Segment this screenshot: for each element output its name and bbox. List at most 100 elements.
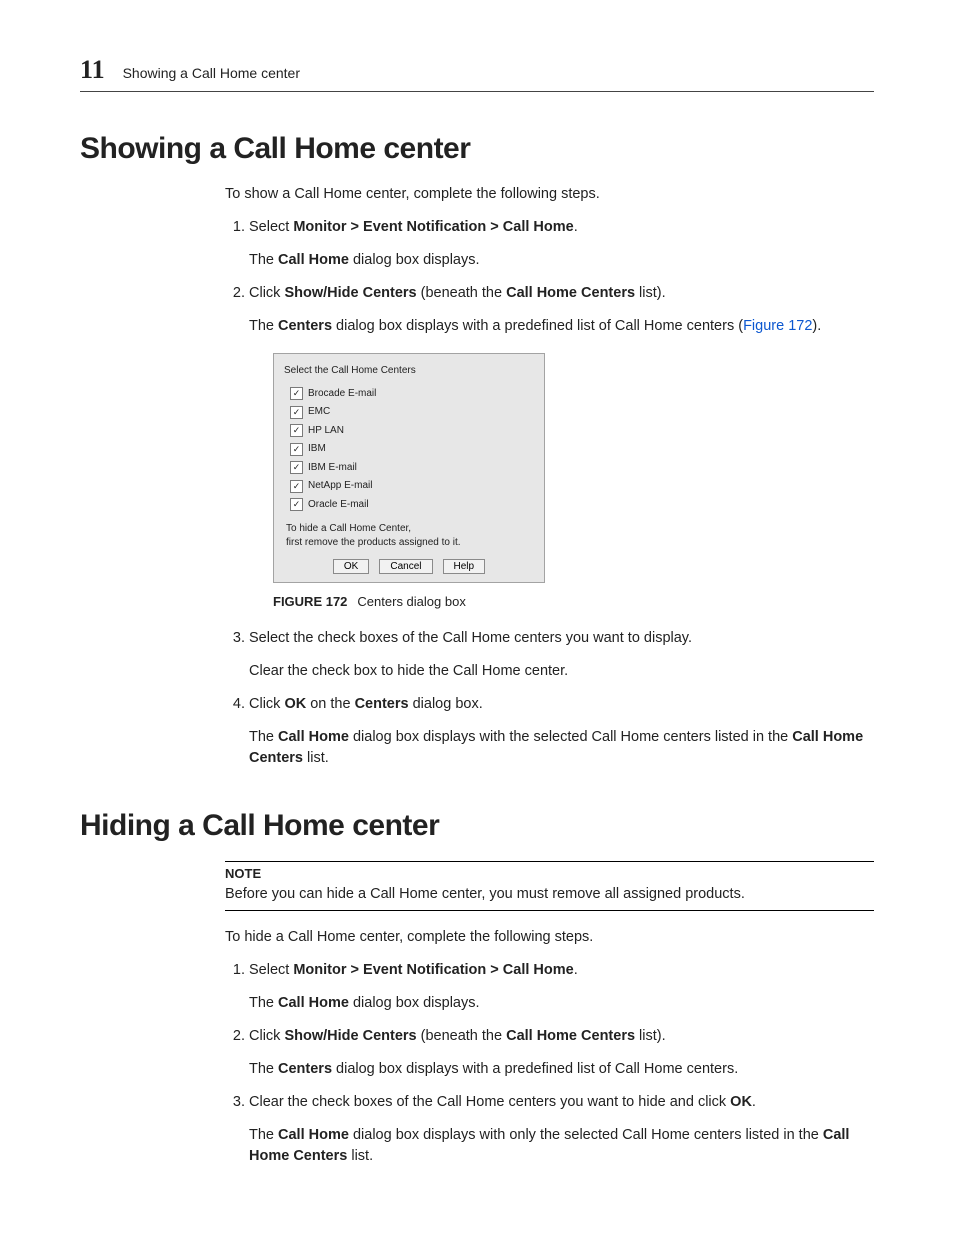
checkbox-icon: ✓ <box>290 480 303 493</box>
checkbox-icon: ✓ <box>290 461 303 474</box>
text: dialog box displays with a predefined li… <box>332 1061 738 1077</box>
checkbox-label: HP LAN <box>308 424 344 439</box>
text: dialog box displays. <box>349 252 480 268</box>
text: Select <box>249 962 293 978</box>
checkbox-label: NetApp E-mail <box>308 479 372 494</box>
checkbox-label: IBM E-mail <box>308 461 357 476</box>
term: Call Home <box>278 1127 349 1143</box>
step-b3: Clear the check boxes of the Call Home c… <box>249 1092 874 1167</box>
text: list). <box>635 285 666 301</box>
figure-label: FIGURE 172 <box>273 594 347 609</box>
intro-b: To hide a Call Home center, complete the… <box>225 927 874 948</box>
checkbox-row[interactable]: ✓ NetApp E-mail <box>284 477 534 496</box>
text: list. <box>347 1148 373 1164</box>
note-block: NOTE Before you can hide a Call Home cen… <box>225 861 874 911</box>
heading-showing: Showing a Call Home center <box>80 132 874 166</box>
text: Click <box>249 696 284 712</box>
checkbox-icon: ✓ <box>290 498 303 511</box>
text: Click <box>249 1028 284 1044</box>
figure-ref-link[interactable]: Figure 172 <box>743 318 812 334</box>
term: Call Home <box>278 729 349 745</box>
text: The <box>249 318 278 334</box>
chapter-number: 11 <box>80 55 105 85</box>
text: The <box>249 1127 278 1143</box>
text: dialog box displays with a predefined li… <box>332 318 743 334</box>
checkbox-label: IBM <box>308 442 326 457</box>
checkbox-icon: ✓ <box>290 387 303 400</box>
checkbox-icon: ✓ <box>290 406 303 419</box>
text: ). <box>812 318 821 334</box>
checkbox-icon: ✓ <box>290 443 303 456</box>
term: Centers <box>278 1061 332 1077</box>
step-a2: Click Show/Hide Centers (beneath the Cal… <box>249 283 874 612</box>
step-b2: Click Show/Hide Centers (beneath the Cal… <box>249 1026 874 1080</box>
dialog-title: Select the Call Home Centers <box>284 364 534 379</box>
checkbox-row[interactable]: ✓ Brocade E-mail <box>284 385 534 404</box>
term: Call Home <box>278 995 349 1011</box>
checkbox-label: Oracle E-mail <box>308 498 369 513</box>
text: (beneath the <box>417 285 507 301</box>
term: OK <box>730 1094 752 1110</box>
help-button[interactable]: Help <box>443 559 486 574</box>
checkbox-row[interactable]: ✓ Oracle E-mail <box>284 496 534 515</box>
checkbox-list: ✓ Brocade E-mail ✓ EMC ✓ HP LAN ✓ IBM ✓ IBM E… <box>284 385 534 515</box>
checkbox-row[interactable]: ✓ HP LAN <box>284 422 534 441</box>
figure-caption: FIGURE 172 Centers dialog box <box>273 593 874 612</box>
text: list. <box>303 750 329 766</box>
text: on the <box>306 696 354 712</box>
checkbox-icon: ✓ <box>290 424 303 437</box>
term: Call Home <box>278 252 349 268</box>
menu-path: Monitor > Event Notification > Call Home <box>293 219 573 235</box>
header-rule <box>80 91 874 92</box>
dialog-helper-text: To hide a Call Home Center, first remove… <box>284 514 534 559</box>
cancel-button[interactable]: Cancel <box>379 559 432 574</box>
text: Click <box>249 285 284 301</box>
text: dialog box displays with the selected Ca… <box>349 729 792 745</box>
text: . <box>752 1094 756 1110</box>
step-a1: Select Monitor > Event Notification > Ca… <box>249 217 874 271</box>
text: dialog box. <box>409 696 483 712</box>
intro-a: To show a Call Home center, complete the… <box>225 184 874 205</box>
text: The <box>249 729 278 745</box>
heading-hiding: Hiding a Call Home center <box>80 809 874 843</box>
text: The <box>249 1061 278 1077</box>
checkbox-label: Brocade E-mail <box>308 387 376 402</box>
dialog-button-row: OK Cancel Help <box>284 559 534 574</box>
note-text: Before you can hide a Call Home center, … <box>225 884 874 905</box>
checkbox-row[interactable]: ✓ EMC <box>284 403 534 422</box>
text: dialog box displays with only the select… <box>349 1127 823 1143</box>
text: To hide a Call Home Center, <box>286 523 411 534</box>
text: dialog box displays. <box>349 995 480 1011</box>
steps-b: Select Monitor > Event Notification > Ca… <box>225 960 874 1167</box>
step-a4: Click OK on the Centers dialog box. The … <box>249 694 874 769</box>
checkbox-row[interactable]: ✓ IBM E-mail <box>284 459 534 478</box>
text: Select <box>249 219 293 235</box>
menu-path: Monitor > Event Notification > Call Home <box>293 962 573 978</box>
term: Centers <box>278 318 332 334</box>
term: Call Home Centers <box>506 285 635 301</box>
ok-button[interactable]: OK <box>333 559 369 574</box>
term: Centers <box>355 696 409 712</box>
text: The <box>249 252 278 268</box>
checkbox-label: EMC <box>308 405 330 420</box>
page: 11 Showing a Call Home center Showing a … <box>0 0 954 1239</box>
text: list). <box>635 1028 666 1044</box>
steps-a: Select Monitor > Event Notification > Ca… <box>225 217 874 769</box>
term: Show/Hide Centers <box>284 1028 416 1044</box>
text: Clear the check boxes of the Call Home c… <box>249 1094 730 1110</box>
text: The <box>249 995 278 1011</box>
term: Show/Hide Centers <box>284 285 416 301</box>
text: Clear the check box to hide the Call Hom… <box>249 661 874 682</box>
text: . <box>574 219 578 235</box>
note-title: NOTE <box>225 865 874 884</box>
section-showing-body: To show a Call Home center, complete the… <box>225 184 874 769</box>
text: Select the check boxes of the Call Home … <box>249 628 874 649</box>
centers-dialog: Select the Call Home Centers ✓ Brocade E-… <box>273 353 545 583</box>
text: first remove the products assigned to it… <box>286 537 461 548</box>
text: . <box>574 962 578 978</box>
chapter-title: Showing a Call Home center <box>123 65 300 81</box>
figure-text: Centers dialog box <box>357 594 465 609</box>
checkbox-row[interactable]: ✓ IBM <box>284 440 534 459</box>
step-b1: Select Monitor > Event Notification > Ca… <box>249 960 874 1014</box>
step-a3: Select the check boxes of the Call Home … <box>249 628 874 682</box>
